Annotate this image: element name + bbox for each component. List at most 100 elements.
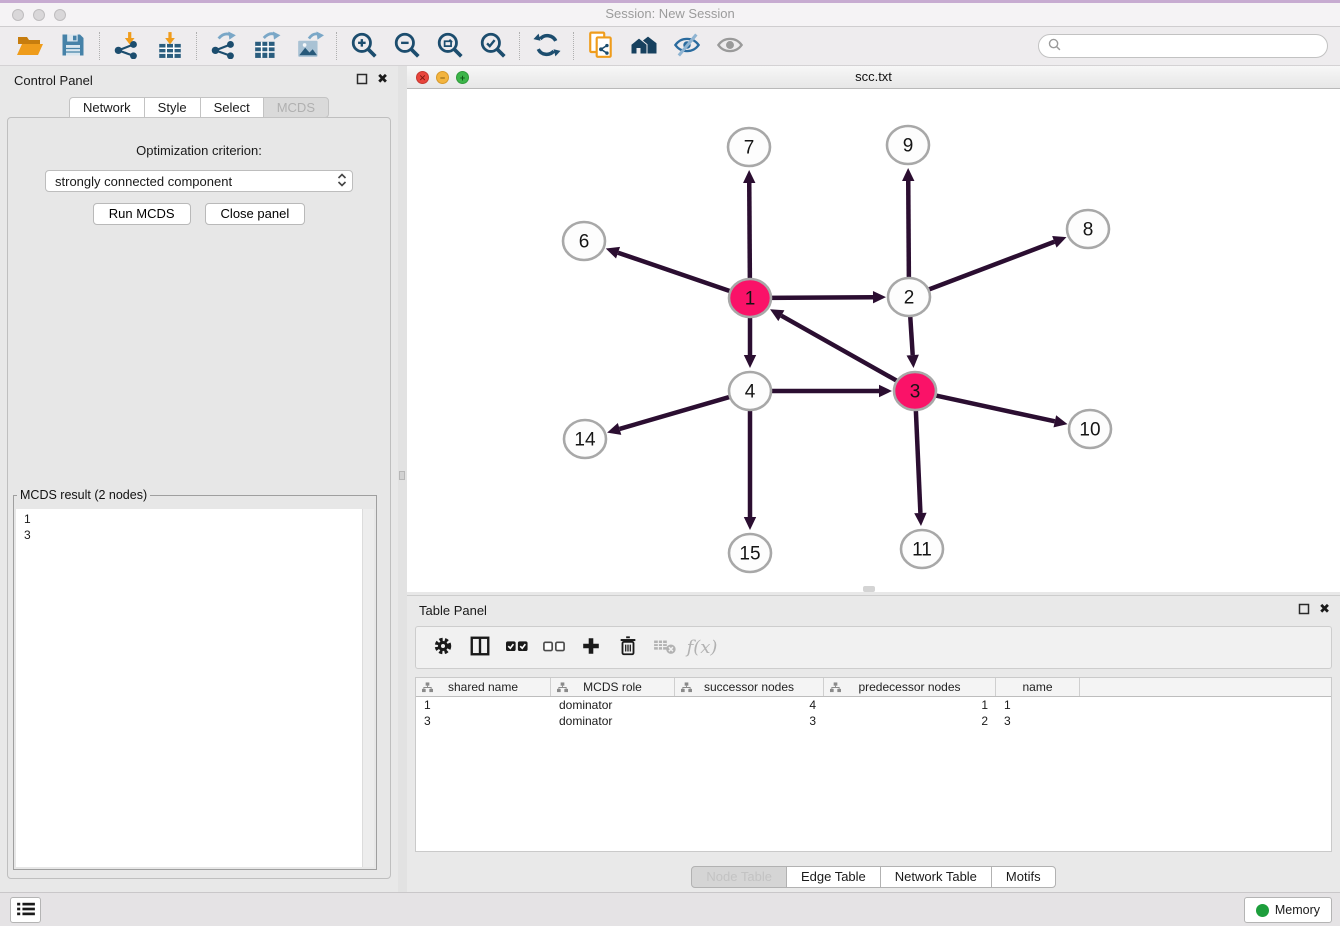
function-builder-button[interactable]: f(x) (687, 632, 717, 664)
column-settings-button[interactable] (428, 632, 458, 664)
graph-edge-1-4[interactable] (744, 316, 756, 368)
graph-node-9[interactable]: 9 (887, 126, 929, 164)
deselect-all-columns-button[interactable] (539, 632, 569, 664)
mcds-result-text[interactable]: 13 (16, 509, 362, 867)
tree-icon (422, 682, 433, 696)
search-input[interactable] (1067, 39, 1318, 53)
tab-style[interactable]: Style (144, 97, 201, 118)
table-row[interactable]: 1dominator411 (416, 697, 1331, 713)
home-neighborhood-button[interactable] (622, 29, 665, 63)
graph-node-10[interactable]: 10 (1069, 410, 1111, 448)
tab-mcds[interactable]: MCDS (263, 97, 329, 118)
graph-edge-2-9[interactable] (902, 168, 914, 279)
save-session-button[interactable] (51, 29, 94, 63)
tab-motifs[interactable]: Motifs (991, 866, 1056, 888)
graph-node-4[interactable]: 4 (729, 372, 771, 410)
clone-network-button[interactable] (579, 29, 622, 63)
refresh-button[interactable] (525, 29, 568, 63)
close-panel-button[interactable]: Close panel (205, 203, 306, 225)
result-scrollbar[interactable] (362, 509, 374, 867)
graph-edge-4-3[interactable] (768, 385, 892, 397)
zoom-selected-button[interactable] (471, 29, 514, 63)
graph-edge-1-7[interactable] (743, 170, 755, 280)
split-panel-button[interactable] (465, 632, 495, 664)
memory-button[interactable]: Memory (1244, 897, 1332, 923)
import-table-icon (156, 31, 184, 62)
import-network-button[interactable] (105, 29, 148, 63)
import-table-button[interactable] (148, 29, 191, 63)
search-box[interactable] (1038, 34, 1328, 58)
network-minimize-button[interactable]: − (436, 71, 449, 84)
graph-edge-1-2[interactable] (768, 291, 886, 303)
graph-node-11[interactable]: 11 (901, 530, 943, 568)
graph-node-1[interactable]: 1 (729, 279, 771, 317)
hide-graphics-button[interactable] (665, 29, 708, 63)
toolbar-separator (336, 32, 337, 60)
table-row[interactable]: 3dominator323 (416, 713, 1331, 729)
column-header-successor-nodes[interactable]: successor nodes (675, 678, 824, 696)
canvas-resize-handle[interactable] (863, 586, 875, 592)
table-cell: 1 (416, 698, 551, 712)
graph-edge-3-10[interactable] (933, 395, 1068, 428)
tab-node-table[interactable]: Node Table (691, 866, 787, 888)
delete-table-button[interactable] (650, 632, 680, 664)
close-panel-icon[interactable]: ✖ (377, 72, 388, 85)
run-mcds-button[interactable]: Run MCDS (93, 203, 191, 225)
graph-edge-2-3[interactable] (907, 315, 919, 368)
delete-table-icon (653, 636, 677, 659)
split-columns-icon (469, 635, 491, 660)
open-session-button[interactable] (8, 29, 51, 63)
add-column-button[interactable] (576, 632, 606, 664)
float-table-panel-icon[interactable] (1298, 603, 1310, 615)
column-header-name[interactable]: name (996, 678, 1080, 696)
graph-node-6[interactable]: 6 (563, 222, 605, 260)
export-image-button[interactable] (288, 29, 331, 63)
graph-edge-2-8[interactable] (926, 236, 1067, 291)
svg-text:7: 7 (744, 138, 755, 159)
table-panel-title: Table Panel (419, 603, 487, 618)
optimization-criterion-select[interactable]: strongly connected component (45, 170, 353, 192)
svg-text:11: 11 (912, 540, 932, 561)
float-panel-icon[interactable] (356, 73, 368, 85)
svg-text:15: 15 (739, 544, 760, 565)
app-window: Session: New Session (0, 0, 1340, 926)
graph-edge-1-6[interactable] (606, 247, 733, 292)
export-table-button[interactable] (245, 29, 288, 63)
network-zoom-button[interactable]: + (456, 71, 469, 84)
graph-edge-4-15[interactable] (744, 409, 756, 530)
column-header-shared-name[interactable]: shared name (416, 678, 551, 696)
zoom-in-button[interactable] (342, 29, 385, 63)
open-folder-icon (16, 31, 44, 62)
graph-edge-4-14[interactable] (607, 396, 733, 435)
column-header-MCDS-role[interactable]: MCDS role (551, 678, 675, 696)
column-header-predecessor-nodes[interactable]: predecessor nodes (824, 678, 996, 696)
graph-node-8[interactable]: 8 (1067, 210, 1109, 248)
tab-network-table[interactable]: Network Table (880, 866, 992, 888)
select-all-columns-button[interactable] (502, 632, 532, 664)
zoom-out-button[interactable] (385, 29, 428, 63)
table-body[interactable]: 1dominator4113dominator323 (416, 697, 1331, 851)
divider-grip[interactable] (399, 471, 405, 480)
panel-divider[interactable] (398, 66, 407, 892)
network-close-button[interactable]: ✕ (416, 71, 429, 84)
graph-edge-3-1[interactable] (770, 309, 899, 382)
zoom-fit-button[interactable] (428, 29, 471, 63)
graph-node-14[interactable]: 14 (564, 420, 606, 458)
export-network-button[interactable] (202, 29, 245, 63)
tab-select[interactable]: Select (200, 97, 264, 118)
task-history-button[interactable] (10, 897, 41, 923)
graph-edge-3-11[interactable] (914, 409, 926, 526)
show-graphics-button[interactable] (708, 29, 751, 63)
fx-icon: f(x) (687, 637, 718, 658)
graph-node-3[interactable]: 3 (894, 372, 936, 410)
export-table-icon (253, 31, 281, 62)
close-table-panel-icon[interactable]: ✖ (1319, 602, 1330, 615)
network-canvas[interactable]: 7 9 6 8 1 2 4 3 14 10 15 11 (407, 89, 1340, 592)
export-image-icon (296, 31, 324, 62)
graph-node-15[interactable]: 15 (729, 534, 771, 572)
tab-network[interactable]: Network (69, 97, 145, 118)
delete-columns-button[interactable] (613, 632, 643, 664)
tab-edge-table[interactable]: Edge Table (786, 866, 881, 888)
graph-node-7[interactable]: 7 (728, 128, 770, 166)
graph-node-2[interactable]: 2 (888, 278, 930, 316)
